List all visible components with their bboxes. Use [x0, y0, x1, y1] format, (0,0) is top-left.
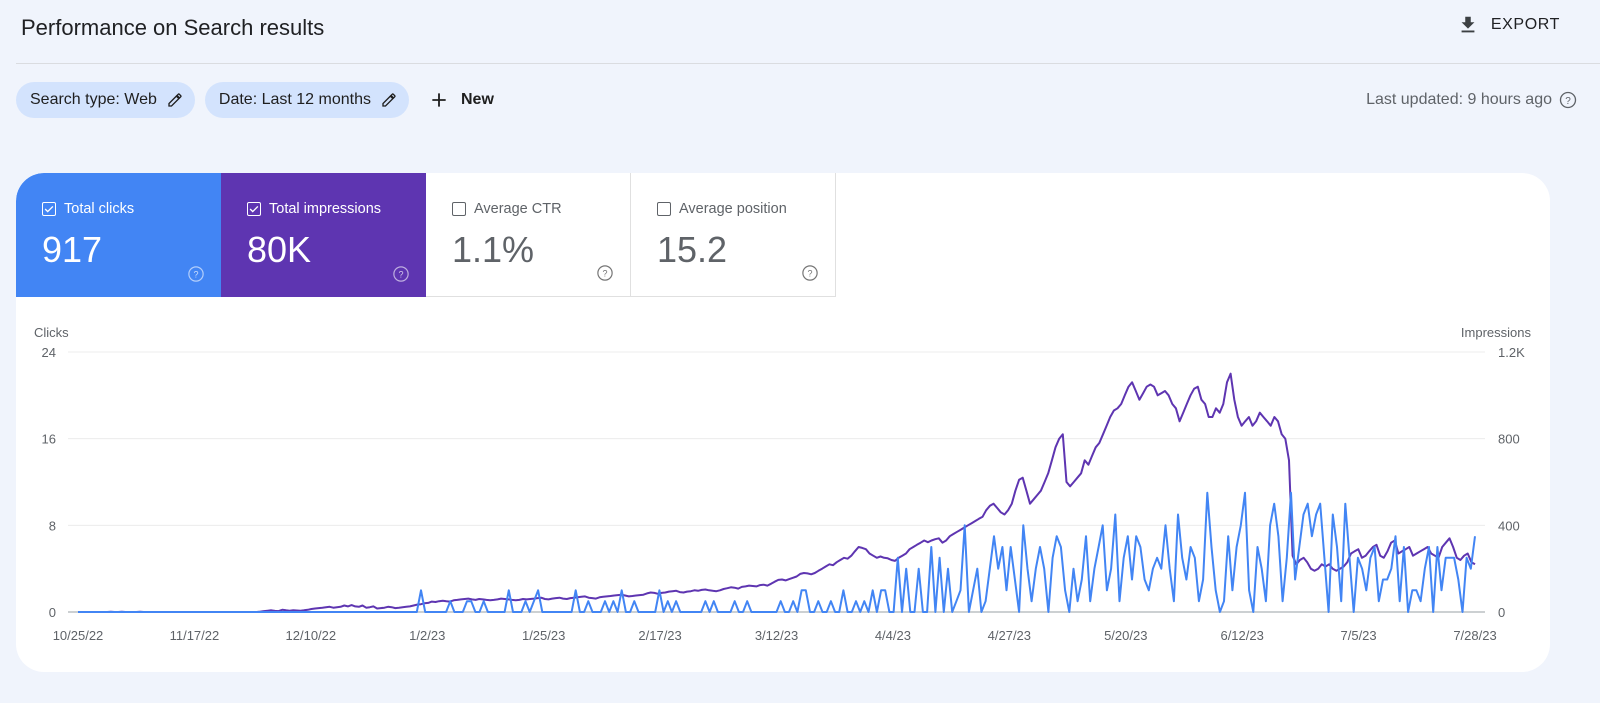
- right-axis-label: Impressions: [1461, 325, 1532, 340]
- right-y-tick-label: 0: [1498, 605, 1505, 620]
- metric-value: 917: [42, 229, 103, 270]
- metric-tabs: Total clicks 917 ? Total impressions 80K…: [16, 173, 836, 297]
- series-line-clicks: [78, 491, 1476, 613]
- metric-value: 15.2: [657, 229, 728, 270]
- new-filter-button[interactable]: New: [419, 82, 504, 118]
- x-tick-label: 7/28/23: [1453, 628, 1496, 643]
- metric-average-ctr[interactable]: Average CTR 1.1% ?: [426, 173, 631, 297]
- metric-label-row: Average CTR: [452, 201, 562, 217]
- svg-text:?: ?: [398, 269, 403, 279]
- x-tick-label: 12/10/22: [286, 628, 337, 643]
- help-icon[interactable]: ?: [392, 265, 410, 283]
- right-y-tick-label: 800: [1498, 432, 1520, 447]
- performance-chart[interactable]: Clicks Impressions 0 8 16 24 0 400 800 1.2K 10…: [16, 313, 1550, 672]
- search-type-filter-label: Search type: Web: [30, 91, 157, 108]
- export-button[interactable]: EXPORT: [1457, 14, 1560, 36]
- x-tick-label: 10/25/22: [53, 628, 104, 643]
- metric-label-row: Average position: [657, 201, 787, 217]
- metric-value: 1.1%: [452, 229, 535, 270]
- x-tick-label: 5/20/23: [1104, 628, 1147, 643]
- checkbox-unchecked-icon[interactable]: [452, 202, 466, 216]
- performance-card: Total clicks 917 ? Total impressions 80K…: [16, 173, 1550, 672]
- x-tick-label: 11/17/22: [170, 628, 220, 643]
- metric-total-impressions[interactable]: Total impressions 80K ?: [221, 173, 426, 297]
- checkbox-checked-icon[interactable]: [42, 202, 56, 216]
- date-filter-chip[interactable]: Date: Last 12 months: [204, 82, 409, 118]
- page-title: Performance on Search results: [21, 15, 325, 40]
- search-type-filter-chip[interactable]: Search type: Web: [16, 82, 195, 118]
- help-icon[interactable]: ?: [801, 264, 819, 282]
- right-y-tick-label: 400: [1498, 518, 1520, 533]
- svg-text:?: ?: [193, 269, 198, 279]
- x-tick-label: 6/12/23: [1220, 628, 1263, 643]
- left-y-tick-label: 0: [49, 605, 56, 620]
- filter-bar: Search type: Web Date: Last 12 months Ne…: [16, 82, 504, 118]
- chart-svg[interactable]: Clicks Impressions 0 8 16 24 0 400 800 1.2K 10…: [16, 313, 1550, 672]
- svg-text:?: ?: [1565, 96, 1571, 107]
- page-header: Performance on Search results EXPORT: [0, 0, 1600, 64]
- help-icon[interactable]: ?: [596, 264, 614, 282]
- x-tick-label: 1/25/23: [522, 628, 565, 643]
- x-tick-label: 1/2/23: [409, 628, 445, 643]
- header-divider: [16, 63, 1600, 64]
- x-tick-label: 4/27/23: [988, 628, 1031, 643]
- metric-value: 80K: [247, 229, 312, 270]
- left-y-tick-label: 8: [49, 518, 56, 533]
- checkbox-checked-icon[interactable]: [247, 202, 261, 216]
- metric-average-position[interactable]: Average position 15.2 ?: [631, 173, 836, 297]
- right-y-tick-label: 1.2K: [1498, 345, 1525, 360]
- metric-label: Average position: [679, 201, 787, 217]
- x-tick-label: 7/5/23: [1341, 628, 1377, 643]
- download-icon: [1461, 16, 1475, 33]
- metric-label: Average CTR: [474, 201, 562, 217]
- left-y-tick-label: 24: [42, 345, 56, 360]
- left-axis-label: Clicks: [34, 325, 69, 340]
- metric-label-row: Total impressions: [247, 201, 381, 217]
- metric-label: Total impressions: [269, 201, 382, 217]
- metric-total-clicks[interactable]: Total clicks 917 ?: [16, 173, 221, 297]
- help-icon[interactable]: ?: [187, 265, 205, 283]
- checkbox-unchecked-icon[interactable]: [657, 202, 671, 216]
- x-tick-label: 4/4/23: [875, 628, 911, 643]
- pencil-icon: [168, 93, 182, 107]
- plus-icon: [432, 93, 446, 107]
- svg-text:?: ?: [602, 268, 607, 278]
- x-tick-label: 2/17/23: [638, 628, 681, 643]
- pencil-icon: [382, 93, 396, 107]
- help-icon[interactable]: ?: [1558, 90, 1578, 110]
- x-tick-label: 3/12/23: [755, 628, 798, 643]
- metric-label-row: Total clicks: [42, 201, 134, 217]
- left-y-tick-label: 16: [42, 432, 56, 447]
- export-label: EXPORT: [1490, 16, 1560, 33]
- last-updated-text: Last updated: 9 hours ago: [1366, 91, 1552, 108]
- series-line-impressions: [78, 372, 1476, 613]
- metric-label: Total clicks: [64, 201, 135, 217]
- new-filter-label: New: [460, 91, 494, 108]
- svg-text:?: ?: [807, 268, 812, 278]
- date-filter-label: Date: Last 12 months: [218, 91, 371, 108]
